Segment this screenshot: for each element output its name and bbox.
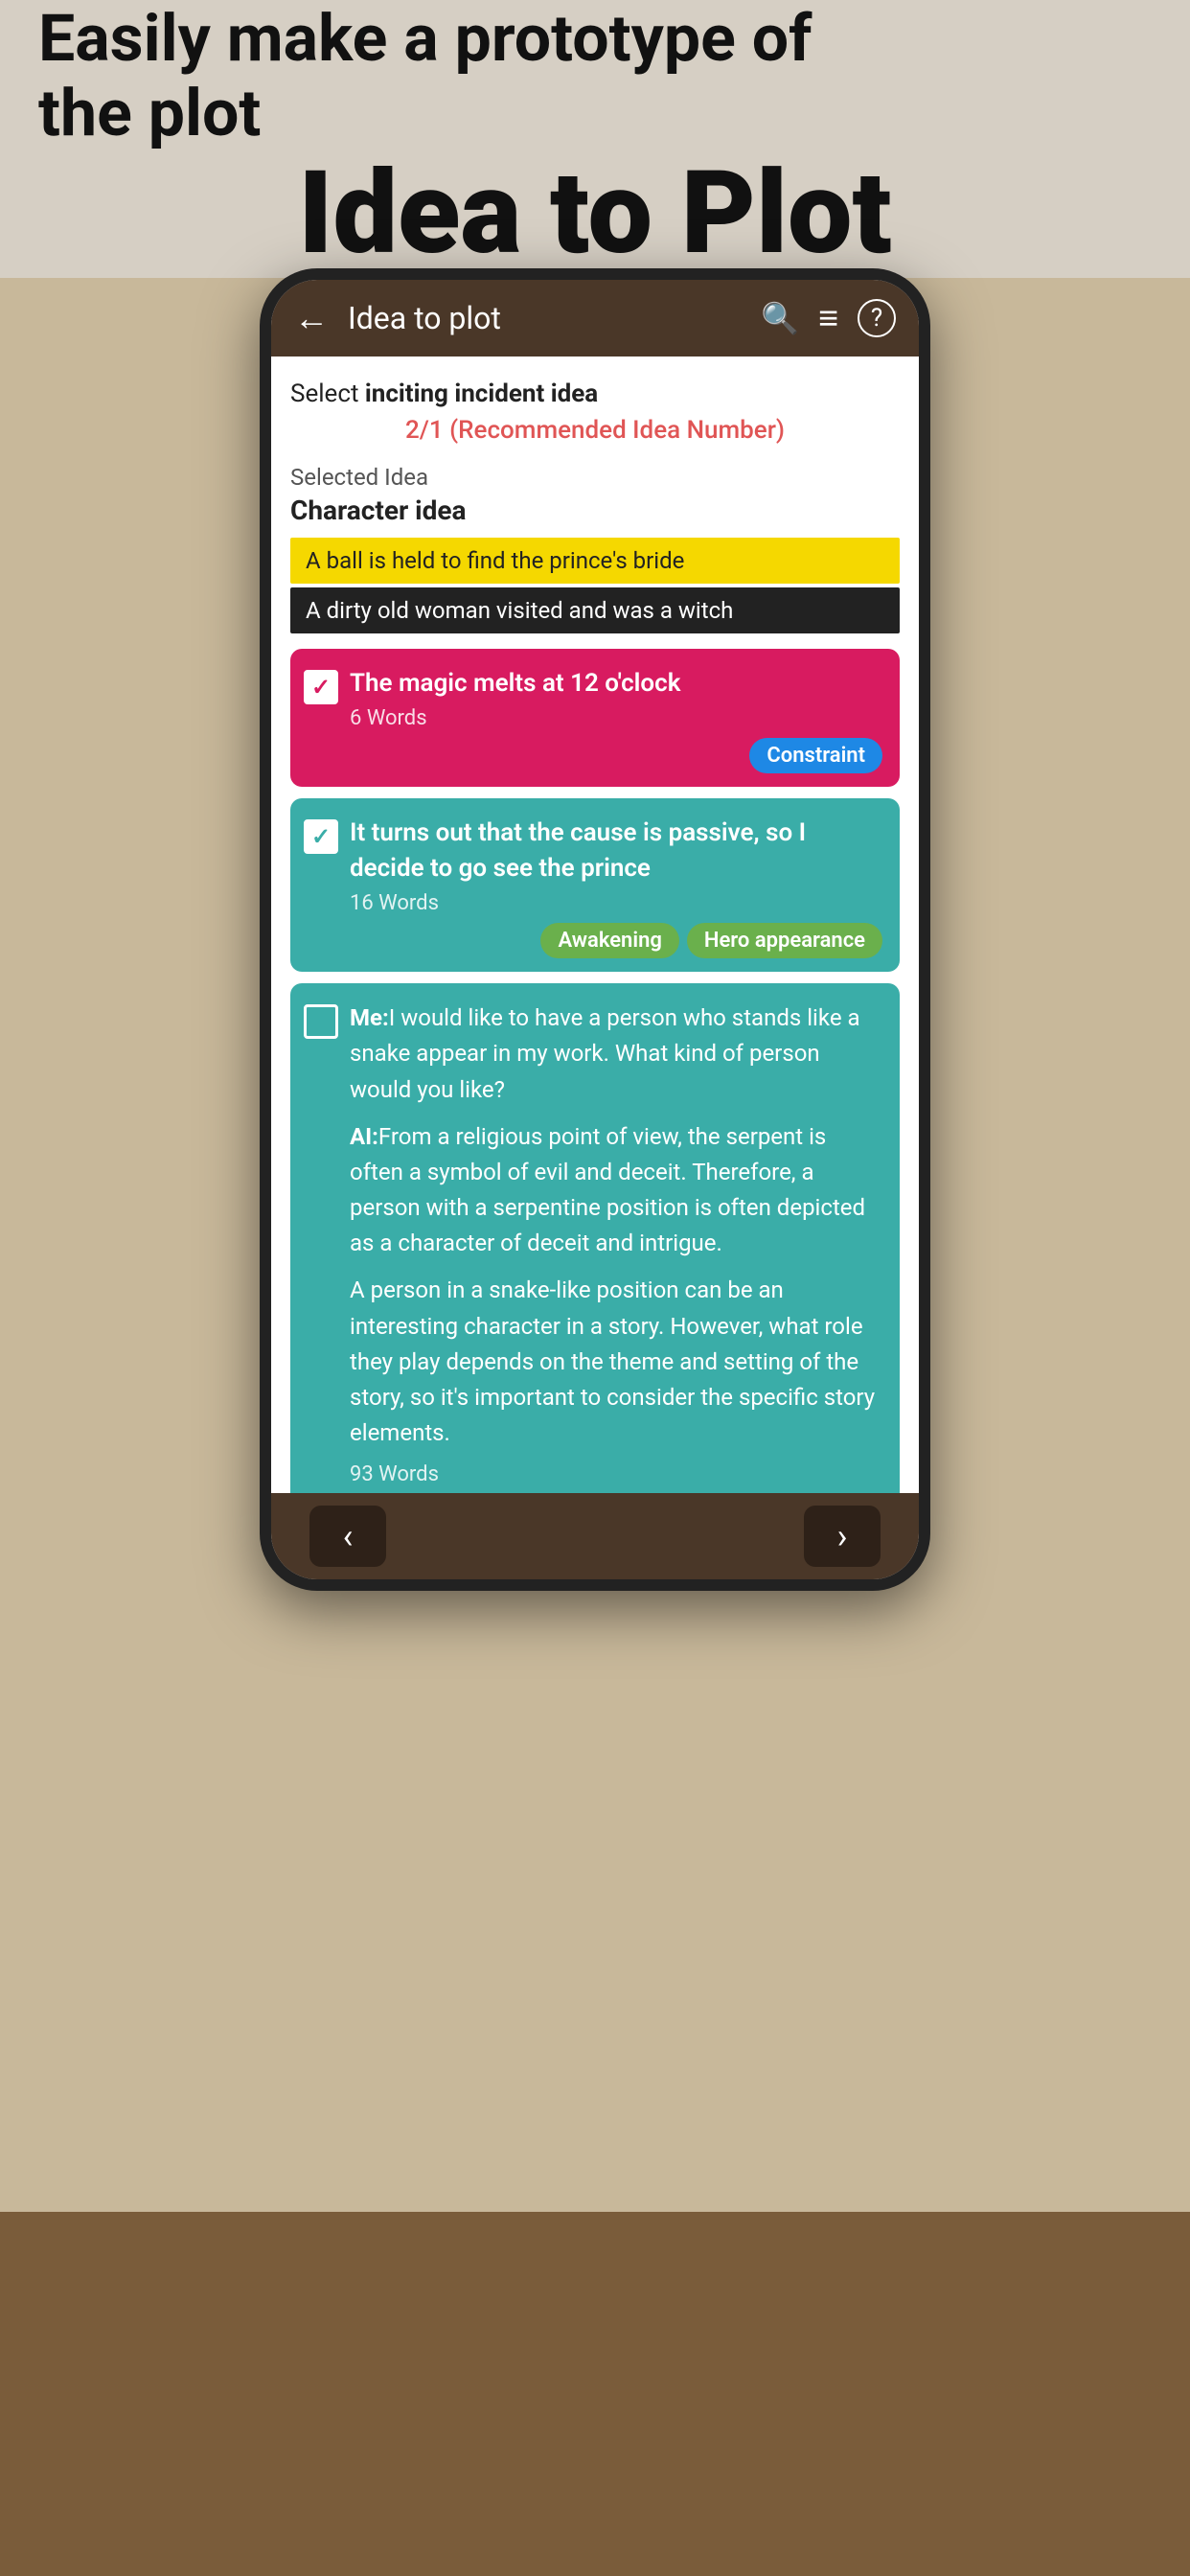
selected-idea-value: Character idea — [290, 494, 900, 526]
top-banner: Easily make a prototype of the plot Idea… — [0, 0, 1190, 278]
card-awakening: ✓ It turns out that the cause is passive… — [290, 798, 900, 972]
card3-para1-text: I would like to have a person who stands… — [350, 1004, 860, 1102]
recommended-label: 2/1 (Recommended Idea Number) — [290, 416, 900, 445]
card-snake: Me:I would like to have a person who sta… — [290, 983, 900, 1493]
card-constraint: ✓ The magic melts at 12 o'clock 6 Words … — [290, 649, 900, 787]
prev-icon: ‹ — [343, 1516, 354, 1556]
tag-yellow: A ball is held to find the prince's brid… — [290, 538, 900, 584]
card3-words: 93 Words — [350, 1462, 882, 1486]
card1-checkbox[interactable]: ✓ — [304, 670, 338, 704]
card2-body: It turns out that the cause is passive, … — [350, 816, 882, 958]
banner-title: Idea to Plot — [38, 150, 1152, 277]
section-bold: inciting incident idea — [365, 380, 598, 408]
card3-para2-text: From a religious point of view, the serp… — [350, 1123, 865, 1257]
tag-black: A dirty old woman visited and was a witc… — [290, 587, 900, 633]
card1-words: 6 Words — [350, 706, 882, 730]
card2-tags: Awakening Hero appearance — [350, 923, 882, 958]
card1-text: The magic melts at 12 o'clock — [350, 666, 882, 701]
section-title: Select inciting incident idea — [290, 380, 900, 408]
filter-icon[interactable]: ≡ — [818, 298, 838, 338]
tag-constraint: Constraint — [749, 738, 882, 773]
banner-subtitle: Easily make a prototype of the plot — [38, 1, 1152, 150]
checkmark2-icon: ✓ — [311, 823, 331, 850]
card2-text: It turns out that the cause is passive, … — [350, 816, 882, 886]
search-icon[interactable]: 🔍 — [761, 300, 799, 336]
checkmark-icon: ✓ — [311, 674, 331, 701]
app-title: Idea to plot — [348, 300, 761, 336]
next-icon: › — [837, 1516, 848, 1556]
card3-checkbox[interactable] — [304, 1004, 338, 1039]
tag-hero-appearance: Hero appearance — [687, 923, 882, 958]
card1-body: The magic melts at 12 o'clock 6 Words Co… — [350, 666, 882, 773]
help-icon[interactable]: ? — [858, 299, 896, 337]
card3-para1: Me:I would like to have a person who sta… — [350, 1000, 882, 1108]
bottom-background — [0, 2212, 1190, 2576]
me-label: Me: — [350, 1004, 389, 1031]
ai-label: AI: — [350, 1123, 378, 1150]
phone-frame: ← Idea to plot 🔍 ≡ ? Select inciting inc… — [260, 268, 930, 1591]
content-area: Select inciting incident idea 2/1 (Recom… — [271, 356, 919, 1493]
back-button[interactable]: ← — [294, 298, 329, 338]
prev-button[interactable]: ‹ — [309, 1506, 386, 1567]
phone-inner: ← Idea to plot 🔍 ≡ ? Select inciting inc… — [271, 280, 919, 1579]
next-button[interactable]: › — [804, 1506, 881, 1567]
card2-checkbox[interactable]: ✓ — [304, 819, 338, 854]
app-bar: ← Idea to plot 🔍 ≡ ? — [271, 280, 919, 356]
selected-idea-label: Selected Idea — [290, 464, 900, 491]
card3-para2: AI:From a religious point of view, the s… — [350, 1119, 882, 1262]
card1-tags: Constraint — [350, 738, 882, 773]
card3-body: Me:I would like to have a person who sta… — [350, 1000, 882, 1493]
tag-awakening: Awakening — [540, 923, 678, 958]
card3-para3: A person in a snake-like position can be… — [350, 1273, 882, 1451]
app-bar-icons: 🔍 ≡ ? — [761, 298, 896, 338]
phone-bottom-nav: ‹ › — [271, 1493, 919, 1579]
section-label: Select — [290, 380, 365, 408]
card2-words: 16 Words — [350, 891, 882, 915]
